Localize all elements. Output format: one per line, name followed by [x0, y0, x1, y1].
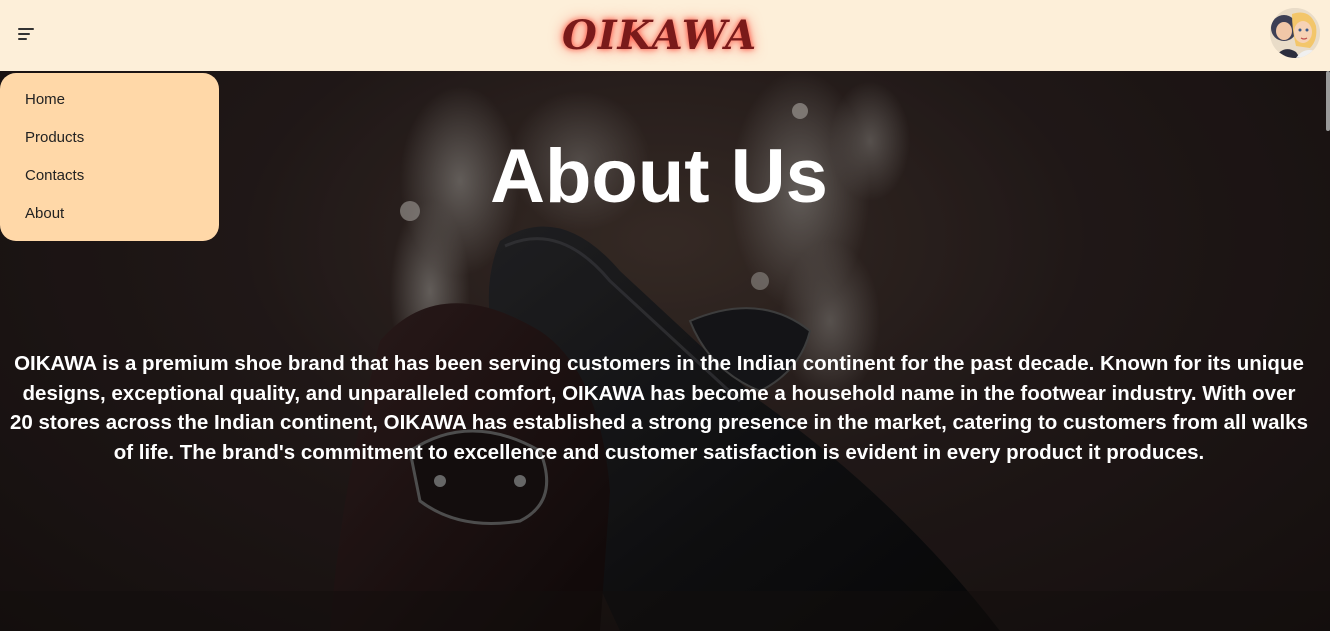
- menu-item-home[interactable]: Home: [0, 89, 219, 127]
- about-description: OIKAWA is a premium shoe brand that has …: [10, 352, 1308, 464]
- top-header: OIKAWA: [0, 0, 1330, 71]
- menu-item-about[interactable]: About: [0, 203, 219, 241]
- brand-logo[interactable]: OIKAWA: [562, 8, 756, 64]
- user-avatar[interactable]: [1270, 8, 1320, 58]
- hamburger-menu-icon[interactable]: [12, 22, 40, 48]
- page-scrollbar[interactable]: [1326, 71, 1330, 131]
- menu-item-products[interactable]: Products: [0, 127, 219, 165]
- side-menu: Home Products Contacts About: [0, 73, 219, 241]
- menu-item-contacts[interactable]: Contacts: [0, 165, 219, 203]
